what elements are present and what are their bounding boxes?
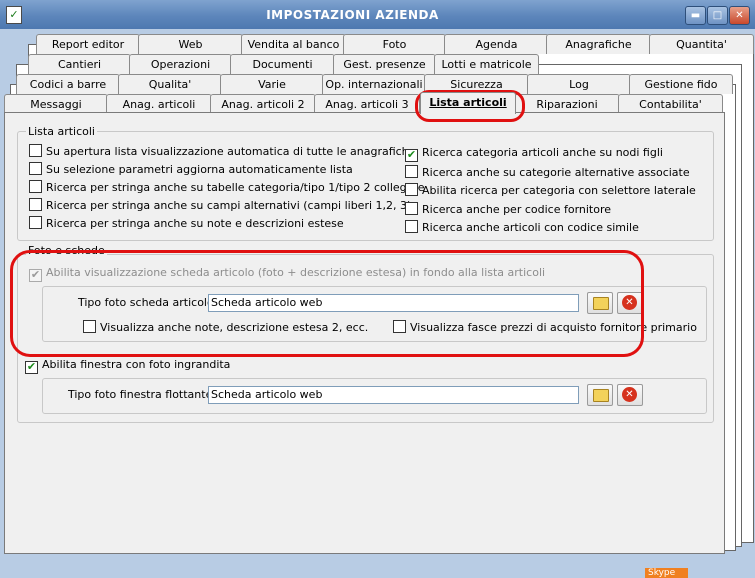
tab-documenti[interactable]: Documenti (230, 54, 335, 74)
tab-anag-articoli-2[interactable]: Anag. articoli 2 (210, 94, 316, 114)
checkbox-left-3[interactable]: Ricerca per stringa anche su campi alter… (29, 198, 411, 213)
checkbox-left-2[interactable]: Ricerca per stringa anche su tabelle cat… (29, 180, 424, 195)
checkbox-box[interactable] (405, 164, 418, 178)
checkbox-box[interactable] (29, 144, 42, 157)
checkbox-left-1[interactable]: Su selezione parametri aggiorna automati… (29, 162, 353, 177)
tab-codici-a-barre[interactable]: Codici a barre (16, 74, 120, 94)
clear-icon: ✕ (622, 387, 637, 402)
tab-messaggi[interactable]: Messaggi (4, 94, 108, 114)
window-title: IMPOSTAZIONI AZIENDA (266, 8, 439, 22)
tab-operazioni[interactable]: Operazioni (129, 54, 232, 74)
tab-varie[interactable]: Varie (220, 74, 324, 94)
tab-foto[interactable]: Foto (343, 34, 446, 54)
minimize-button[interactable]: ▬ (685, 6, 706, 25)
tab-contabilita[interactable]: Contabilita' (618, 94, 723, 114)
checkbox-right-4[interactable]: Ricerca anche articoli con codice simile (405, 220, 639, 235)
tab-vendita-al-banco[interactable]: Vendita al banco (241, 34, 346, 54)
tab-report-editor[interactable]: Report editor (36, 34, 140, 54)
tab-anag-articoli[interactable]: Anag. articoli (106, 94, 212, 114)
tipo-finestra-browse-button[interactable] (587, 384, 613, 406)
skype-badge: Skype (645, 568, 688, 578)
abilita-finestra-checkbox[interactable]: ✔ Abilita finestra con foto ingrandita (25, 358, 230, 374)
tab-cantieri[interactable]: Cantieri (28, 54, 131, 74)
tipo-finestra-label: Tipo foto finestra flottante : (68, 388, 220, 401)
checkbox-box[interactable]: ✔ (405, 149, 418, 162)
checkbox-right-3[interactable]: Ricerca anche per codice fornitore (405, 201, 611, 217)
checkbox-box[interactable] (29, 216, 42, 229)
close-button[interactable]: ✕ (729, 6, 750, 25)
tab-gest-presenze[interactable]: Gest. presenze (333, 54, 436, 74)
maximize-button[interactable]: □ (707, 6, 728, 25)
checkbox-box[interactable] (29, 162, 42, 175)
checkbox-left-4[interactable]: Ricerca per stringa anche su note e desc… (29, 216, 344, 231)
tab-anagrafiche[interactable]: Anagrafiche (546, 34, 651, 54)
tab-lotti-e-matricole[interactable]: Lotti e matricole (434, 54, 539, 74)
tipo-finestra-clear-button[interactable]: ✕ (617, 384, 643, 406)
tab-gestione-fido[interactable]: Gestione fido (629, 74, 733, 94)
folder-icon (593, 389, 609, 402)
tab-anag-articoli-3[interactable]: Anag. articoli 3 (314, 94, 420, 114)
checkbox-box[interactable] (405, 220, 418, 233)
checkbox-right-2[interactable]: Abilita ricerca per categoria con selett… (405, 183, 696, 198)
tab-qualita[interactable]: Qualita' (118, 74, 222, 94)
tab-quantita[interactable]: Quantita' (649, 34, 754, 54)
tipo-finestra-input[interactable]: Scheda articolo web (208, 386, 579, 404)
group-title-lista-articoli: Lista articoli (26, 125, 97, 138)
tab-lista-articoli[interactable]: Lista articoli (420, 92, 516, 114)
tab-riparazioni[interactable]: Riparazioni (514, 94, 620, 114)
checkbox-box[interactable] (29, 198, 42, 211)
tab-log[interactable]: Log (527, 74, 631, 94)
tab-web[interactable]: Web (138, 34, 243, 54)
checkbox-box[interactable] (29, 180, 42, 193)
checkbox-box[interactable] (405, 201, 418, 215)
checkbox-right-1[interactable]: Ricerca anche su categorie alternative a… (405, 164, 690, 180)
checkbox-box[interactable] (405, 183, 418, 196)
highlight-foto-schede (10, 250, 644, 357)
checkbox-right-0[interactable]: ✔ Ricerca categoria articoli anche su nod… (405, 146, 663, 162)
tab-op-internazionali[interactable]: Op. internazionali (322, 74, 426, 94)
title-bar: ✓ IMPOSTAZIONI AZIENDA ▬ □ ✕ (0, 0, 755, 30)
abilita-finestra-box[interactable]: ✔ (25, 361, 38, 374)
checkbox-left-0[interactable]: Su apertura lista visualizzazione automa… (29, 144, 415, 159)
tab-agenda[interactable]: Agenda (444, 34, 549, 54)
